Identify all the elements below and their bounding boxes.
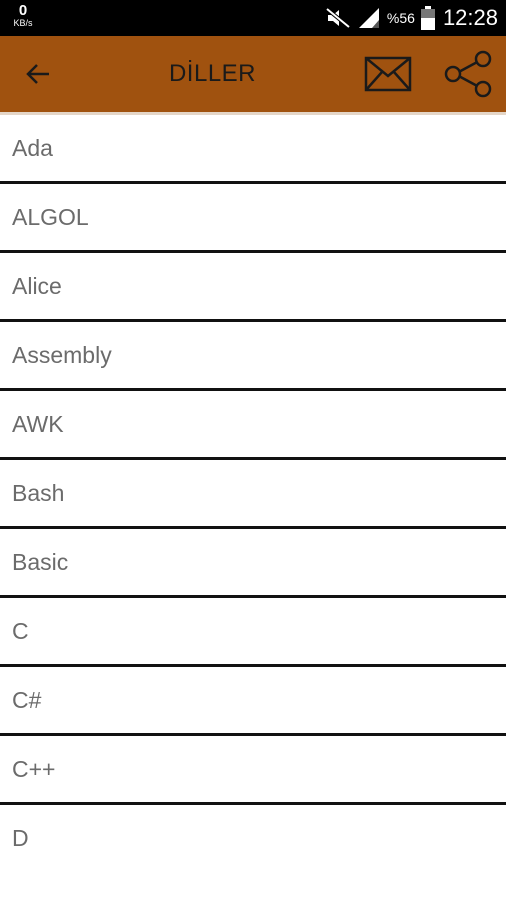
- status-bar: 0 KB/s %56 12:28: [0, 0, 506, 36]
- battery-percentage: %56: [386, 10, 415, 26]
- list-item-language[interactable]: ALGOL: [0, 184, 506, 253]
- page-title: DİLLER: [168, 60, 257, 87]
- battery-icon: [420, 6, 435, 30]
- mail-button[interactable]: [364, 56, 412, 92]
- list-item-language[interactable]: Basic: [0, 529, 506, 598]
- mute-icon: [325, 7, 351, 29]
- network-speed-indicator: 0 KB/s: [10, 3, 36, 28]
- list-item-language[interactable]: AWK: [0, 391, 506, 460]
- share-icon: [444, 50, 492, 98]
- status-icons: %56 12:28: [319, 0, 498, 36]
- list-item-language[interactable]: Ada: [0, 115, 506, 184]
- language-list: Ada ALGOL Alice Assembly AWK Bash Basic …: [0, 115, 506, 874]
- list-item-language[interactable]: C#: [0, 667, 506, 736]
- network-speed-value: 0: [18, 2, 28, 19]
- list-item-language[interactable]: Alice: [0, 253, 506, 322]
- back-arrow-icon: [26, 64, 49, 84]
- list-item-language[interactable]: D: [0, 805, 506, 874]
- list-item-language[interactable]: C: [0, 598, 506, 667]
- share-button[interactable]: [442, 50, 494, 98]
- signal-icon: [358, 8, 379, 28]
- clock: 12:28: [442, 5, 498, 30]
- list-item-language[interactable]: Bash: [0, 460, 506, 529]
- back-button[interactable]: [18, 54, 58, 94]
- network-speed-unit: KB/s: [13, 18, 33, 28]
- list-item-language[interactable]: Assembly: [0, 322, 506, 391]
- mail-icon: [364, 56, 412, 92]
- app-bar: DİLLER: [0, 36, 506, 112]
- list-item-language[interactable]: C++: [0, 736, 506, 805]
